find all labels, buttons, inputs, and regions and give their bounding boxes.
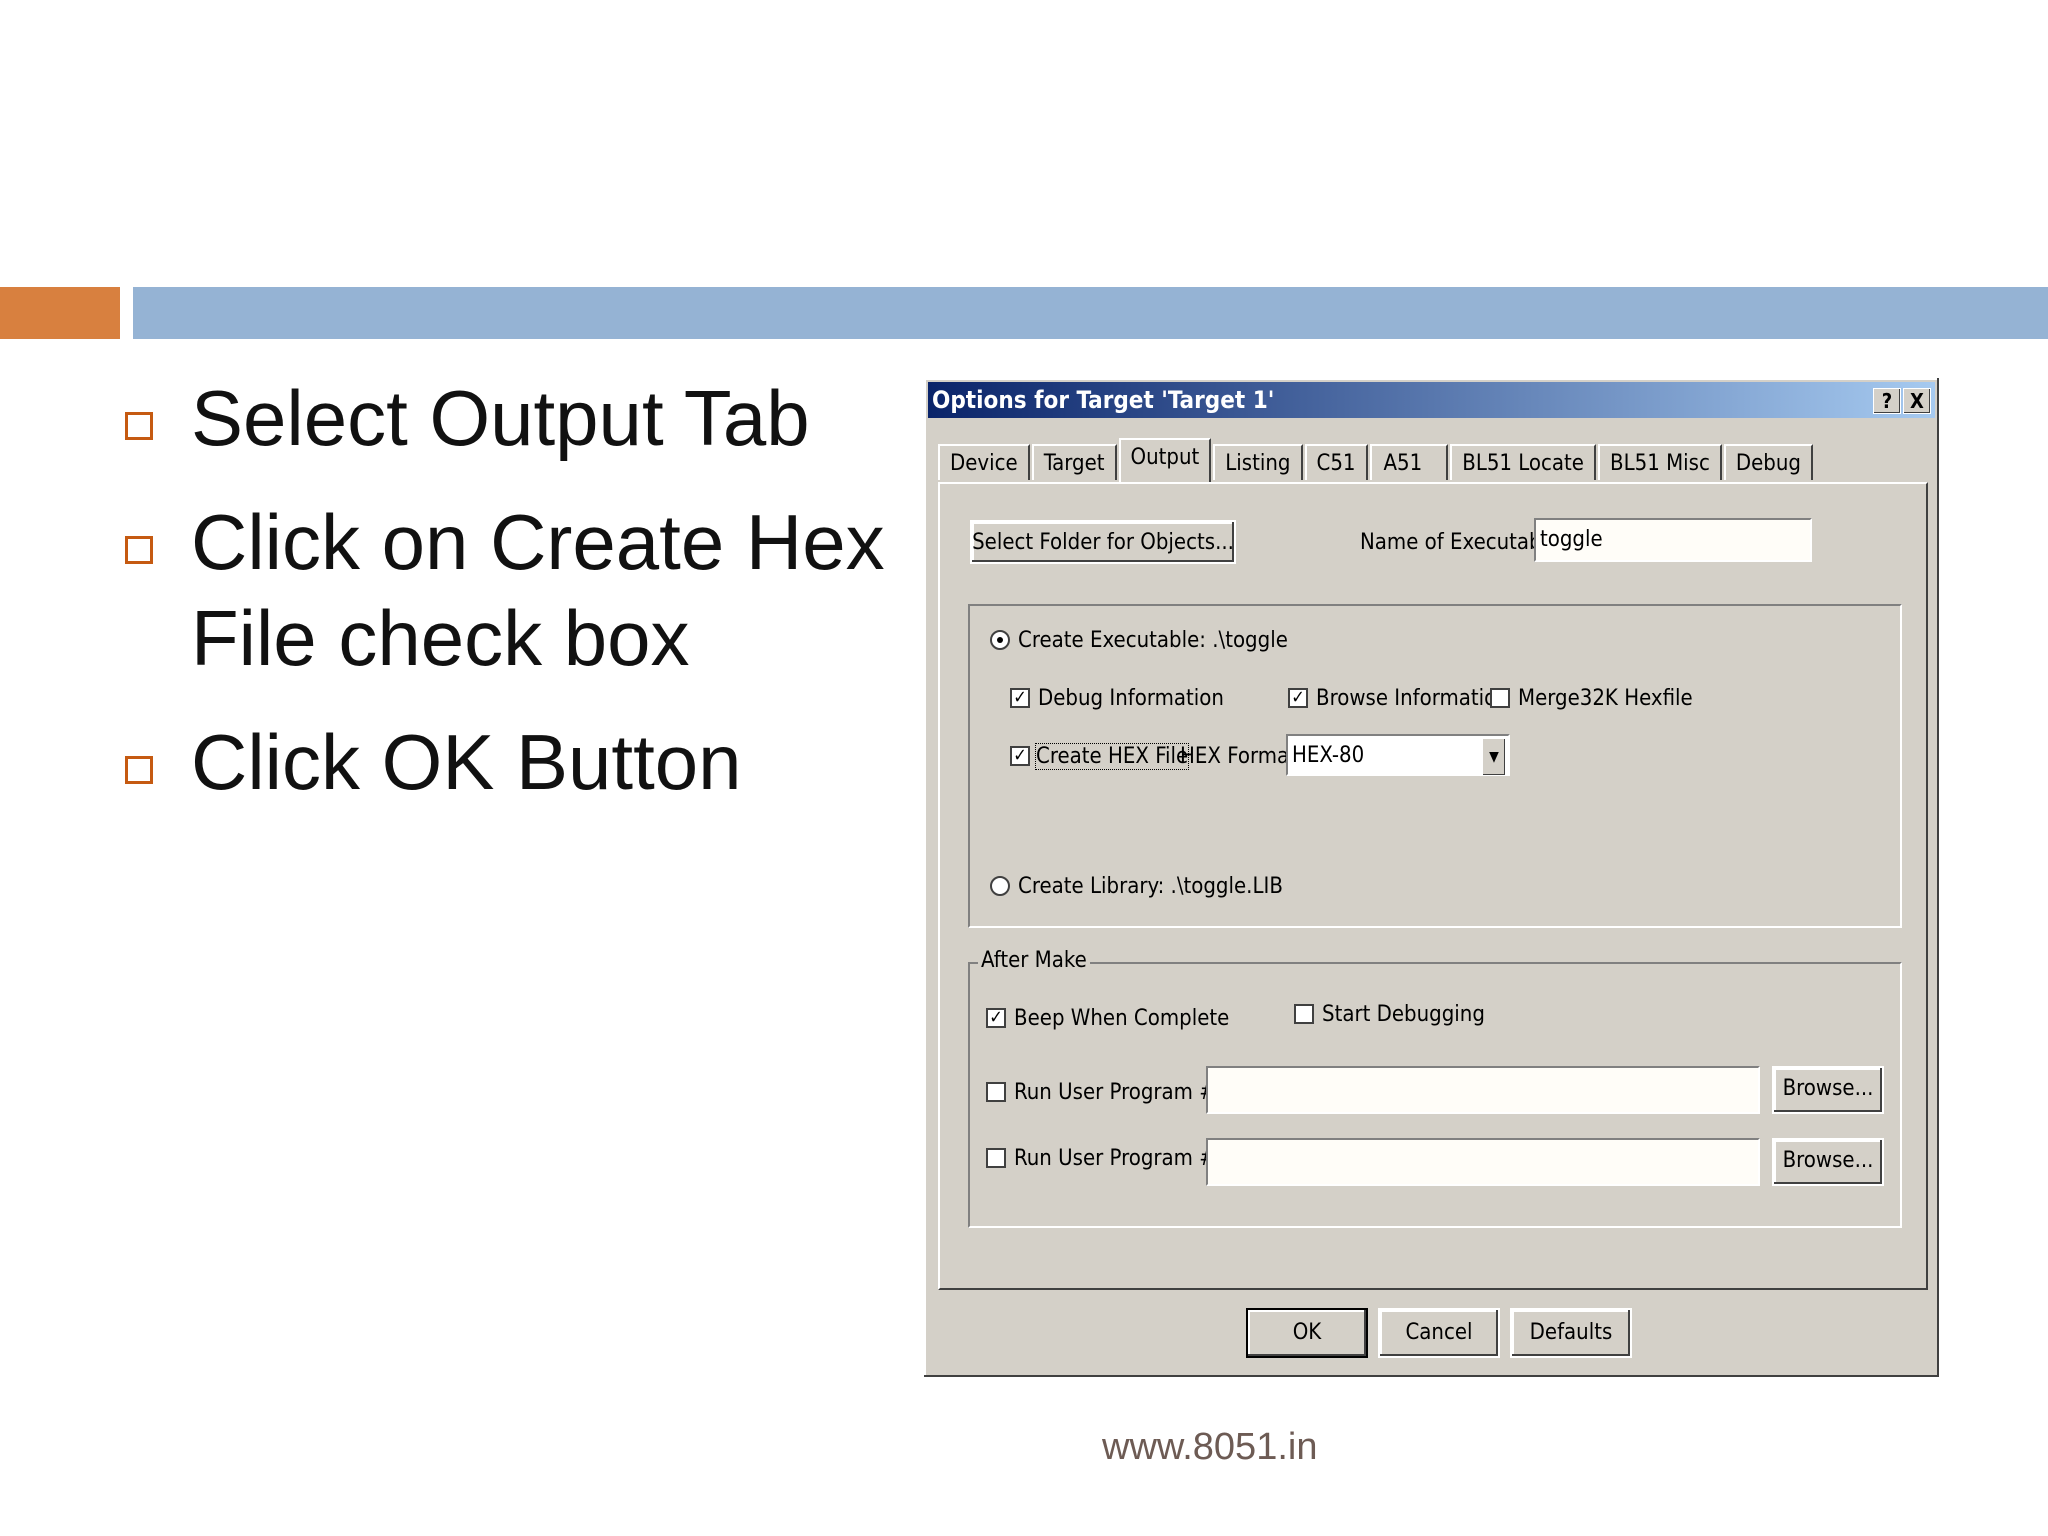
create-library-label: Create Library: .\toggle.LIB: [1018, 874, 1283, 899]
tab-device[interactable]: Device: [938, 444, 1030, 480]
square-bullet-icon: [125, 412, 153, 440]
run-user-program-1-label: Run User Program #1:: [1014, 1080, 1236, 1105]
options-dialog: Options for Target 'Target 1' ? X Device…: [922, 376, 1941, 1379]
hex-format-value: HEX-80: [1292, 743, 1365, 768]
debug-information-checkbox[interactable]: ✓: [1010, 688, 1030, 708]
dialog-title: Options for Target 'Target 1': [932, 386, 1275, 414]
after-make-legend: After Make: [978, 948, 1090, 973]
beep-when-complete-label: Beep When Complete: [1014, 1006, 1230, 1031]
bullet-item: Click on Create Hex File check box: [125, 494, 925, 686]
square-bullet-icon: [125, 536, 153, 564]
tab-strip: Device Target Output Listing C51 A51 BL5…: [938, 438, 1815, 482]
create-hex-file-label[interactable]: Create HEX File: [1034, 743, 1190, 770]
create-executable-radio[interactable]: [990, 630, 1010, 650]
hex-format-label: HEX Format:: [1180, 744, 1304, 769]
chevron-down-icon[interactable]: ▼: [1482, 738, 1506, 776]
run-user-program-2-input[interactable]: [1206, 1138, 1760, 1186]
bullet-text: Click OK Button: [191, 718, 742, 806]
bullet-text: Click on Create Hex File check box: [191, 498, 885, 682]
browse-information-label: Browse Information: [1316, 686, 1509, 711]
name-executable-input[interactable]: toggle: [1534, 518, 1812, 562]
bullet-text: Select Output Tab: [191, 374, 810, 462]
create-executable-label: Create Executable: .\toggle: [1018, 628, 1288, 653]
tab-a51[interactable]: A51: [1369, 444, 1449, 480]
tab-output[interactable]: Output: [1118, 438, 1212, 482]
bullet-item: Click OK Button: [125, 714, 925, 810]
browse-information-checkbox[interactable]: ✓: [1288, 688, 1308, 708]
start-debugging-checkbox[interactable]: [1294, 1004, 1314, 1024]
tab-listing[interactable]: Listing: [1213, 444, 1303, 480]
close-button[interactable]: X: [1903, 388, 1931, 414]
browse-button-2[interactable]: Browse...: [1772, 1138, 1884, 1186]
tab-debug[interactable]: Debug: [1723, 444, 1813, 480]
defaults-button[interactable]: Defaults: [1510, 1308, 1632, 1358]
tab-bl51-misc[interactable]: BL51 Misc: [1598, 444, 1722, 480]
footer-url: www.8051.in: [1102, 1426, 1318, 1468]
run-user-program-1-input[interactable]: [1206, 1066, 1760, 1114]
output-tab-panel: Select Folder for Objects... Name of Exe…: [938, 482, 1928, 1290]
square-bullet-icon: [125, 756, 153, 784]
instruction-list: Select Output Tab Click on Create Hex Fi…: [125, 370, 925, 838]
tab-target[interactable]: Target: [1031, 444, 1117, 480]
select-folder-button[interactable]: Select Folder for Objects...: [970, 520, 1236, 564]
hex-format-select[interactable]: HEX-80 ▼: [1286, 734, 1510, 776]
executable-group: Create Executable: .\toggle ✓ Debug Info…: [968, 604, 1902, 928]
header-accent-blue: [133, 287, 2048, 339]
tab-bl51-locate[interactable]: BL51 Locate: [1450, 444, 1596, 480]
run-user-program-2-label: Run User Program #2:: [1014, 1146, 1236, 1171]
after-make-group: After Make ✓ Beep When Complete Start De…: [968, 948, 1902, 1228]
create-hex-file-checkbox[interactable]: ✓: [1010, 746, 1030, 766]
ok-button[interactable]: OK: [1246, 1308, 1368, 1358]
tab-c51[interactable]: C51: [1304, 444, 1368, 480]
debug-information-label: Debug Information: [1038, 686, 1224, 711]
bullet-item: Select Output Tab: [125, 370, 925, 466]
help-button[interactable]: ?: [1873, 388, 1901, 414]
cancel-button[interactable]: Cancel: [1378, 1308, 1500, 1358]
run-user-program-1-checkbox[interactable]: [986, 1082, 1006, 1102]
merge32k-checkbox[interactable]: [1490, 688, 1510, 708]
create-library-radio[interactable]: [990, 876, 1010, 896]
dialog-titlebar: Options for Target 'Target 1' ? X: [928, 382, 1935, 418]
browse-button-1[interactable]: Browse...: [1772, 1066, 1884, 1114]
merge32k-label: Merge32K Hexfile: [1518, 686, 1693, 711]
beep-when-complete-checkbox[interactable]: ✓: [986, 1008, 1006, 1028]
header-accent-orange: [0, 287, 120, 339]
run-user-program-2-checkbox[interactable]: [986, 1148, 1006, 1168]
start-debugging-label: Start Debugging: [1322, 1002, 1485, 1027]
